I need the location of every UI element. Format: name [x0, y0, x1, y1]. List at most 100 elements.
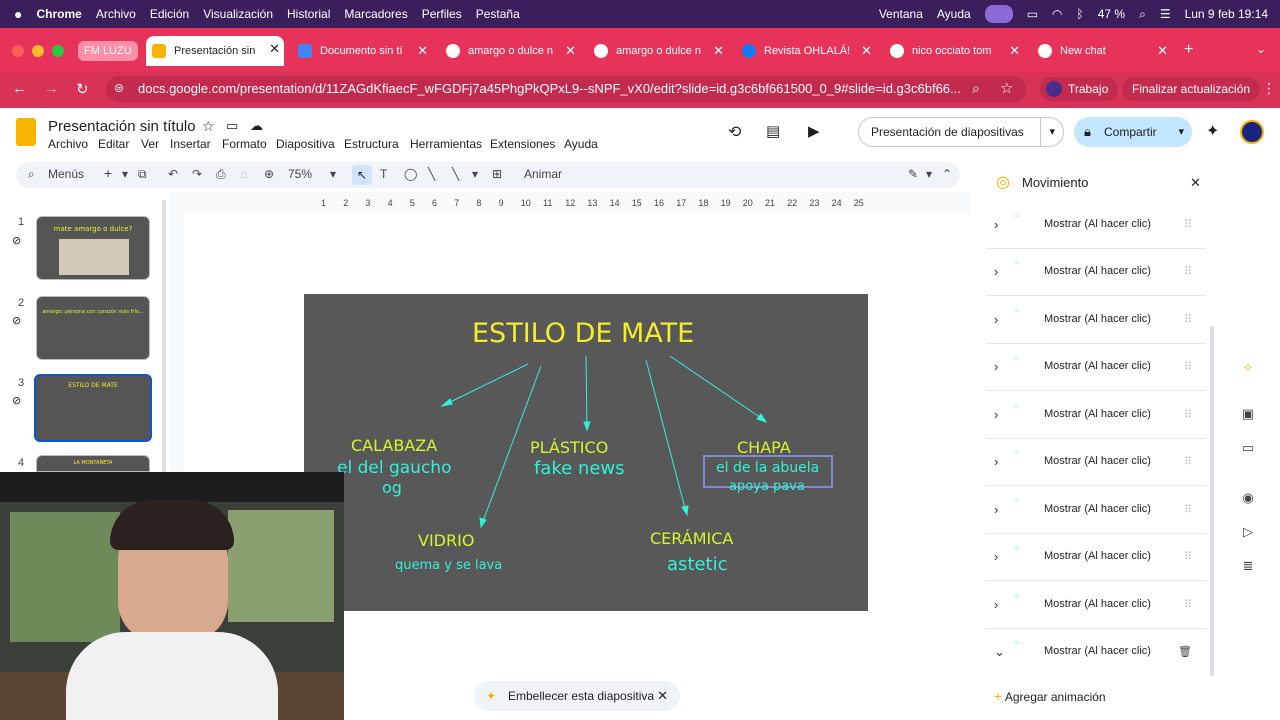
chevron-down-icon[interactable]: ▾	[926, 167, 932, 181]
comments-icon[interactable]: ▤	[766, 122, 780, 140]
star-icon[interactable]: ☆	[202, 118, 215, 135]
pen-icon[interactable]: ✎	[908, 167, 918, 181]
tab-search-icon[interactable]: ⌄	[1256, 42, 1266, 56]
zoom-icon[interactable]: ⊕	[264, 167, 274, 181]
menubar-item[interactable]: Historial	[287, 7, 330, 21]
new-tab-icon[interactable]: +	[1184, 41, 1193, 59]
tab-search-1[interactable]: amargo o dulce n ✕	[446, 38, 580, 64]
drag-handle-icon[interactable]: ⠿	[1184, 408, 1192, 421]
menubar-item[interactable]: Ayuda	[937, 7, 971, 21]
slides-logo-icon[interactable]	[16, 118, 36, 146]
thumbnail-slide-2[interactable]: amargo: persona con corazón más frío...	[36, 296, 150, 360]
zoom-icon[interactable]: ⌕	[972, 80, 980, 97]
zoom-window-icon[interactable]	[52, 45, 64, 57]
chevron-down-icon[interactable]: ▾	[1178, 117, 1184, 147]
chevron-down-icon[interactable]: ▾	[1040, 118, 1055, 146]
menubar-item[interactable]: Archivo	[96, 7, 136, 21]
drag-handle-icon[interactable]: ⠿	[1184, 265, 1192, 278]
close-icon[interactable]: ✕	[1009, 43, 1020, 59]
screen-record-icon[interactable]	[984, 5, 1013, 23]
share-button[interactable]: 🔒︎ Compartir ▾	[1074, 117, 1192, 147]
calabaza-heading[interactable]: CALABAZA	[351, 436, 437, 455]
drag-handle-icon[interactable]: ⠿	[1184, 218, 1192, 231]
control-center-icon[interactable]: ☰	[1160, 7, 1171, 21]
select-cursor-icon[interactable]: ↖	[352, 165, 372, 185]
keep-icon[interactable]: ▣	[1240, 406, 1256, 421]
menu-archivo[interactable]: Archivo	[48, 137, 88, 151]
bluetooth-icon[interactable]: ᛒ	[1077, 7, 1084, 21]
chevron-right-icon[interactable]: ›	[994, 359, 998, 374]
chevron-right-icon[interactable]: ›	[994, 312, 998, 327]
embellish-chip[interactable]: ✦ Embellecer esta diapositiva ✕	[474, 681, 680, 711]
update-button[interactable]: Finalizar actualización	[1122, 77, 1261, 101]
video-icon[interactable]: ▷	[1240, 524, 1256, 539]
animation-row-expanded[interactable]: ⌄ ▭ Mostrar (Al hacer clic) 🗑︎	[986, 630, 1206, 676]
vidrio-text[interactable]: quema y se lava	[395, 558, 502, 573]
back-icon[interactable]: ←	[12, 80, 27, 97]
animation-row[interactable]: › ▭ Mostrar (Al hacer clic) ⠿	[986, 393, 1206, 439]
user-avatar[interactable]	[1240, 120, 1264, 144]
comment-add-icon[interactable]: ⊞	[492, 167, 502, 181]
menubar-app[interactable]: Chrome	[36, 7, 81, 21]
chevron-down-icon[interactable]: ▾	[122, 167, 128, 181]
menu-ayuda[interactable]: Ayuda	[564, 137, 598, 151]
close-icon[interactable]: ✕	[417, 43, 428, 59]
layout-icon[interactable]: ⧉	[138, 167, 147, 182]
clock[interactable]: Lun 9 feb 19:14	[1185, 7, 1268, 21]
zoom-level[interactable]: 75%	[288, 167, 312, 181]
wifi-icon[interactable]: ◠	[1052, 7, 1062, 21]
record-icon[interactable]: ◉	[1240, 490, 1256, 505]
chevron-down-icon[interactable]: ▾	[330, 167, 336, 181]
search-menus-label[interactable]: Menús	[48, 167, 84, 181]
tab-presentation[interactable]: Presentación sin ✕	[146, 36, 284, 66]
menu-insertar[interactable]: Insertar	[170, 137, 211, 151]
undo-icon[interactable]: ↶	[168, 167, 178, 181]
ceramica-heading[interactable]: CERÁMICA	[650, 529, 733, 548]
display-icon[interactable]: ▭	[1027, 7, 1038, 21]
animate-button[interactable]: Animar	[524, 167, 562, 181]
close-icon[interactable]: ✕	[1190, 175, 1201, 191]
chapa-text-2[interactable]: apoya pava	[729, 479, 805, 494]
chevron-right-icon[interactable]: ›	[994, 597, 998, 612]
menubar-item[interactable]: Perfiles	[422, 7, 462, 21]
tab-chat[interactable]: New chat ✕	[1038, 38, 1172, 64]
thumbnail-slide-4[interactable]: LA MONTAÑETA	[36, 455, 150, 472]
redo-icon[interactable]: ↷	[192, 167, 202, 181]
search-icon[interactable]: ⌕	[1139, 7, 1146, 22]
animation-row[interactable]: › ▭ Mostrar (Al hacer clic) ⠿	[986, 488, 1206, 534]
chevron-right-icon[interactable]: ›	[994, 264, 998, 279]
plastico-text[interactable]: fake news	[534, 458, 625, 479]
calabaza-text-2[interactable]: og	[382, 478, 402, 497]
collapse-toolbar-icon[interactable]: ⌃	[942, 167, 952, 181]
forward-icon[interactable]: →	[44, 80, 59, 97]
minimize-window-icon[interactable]	[32, 45, 44, 57]
profile-button[interactable]: Trabajo	[1040, 77, 1119, 101]
menubar-item[interactable]: Ventana	[879, 7, 923, 21]
shape-icon[interactable]: ╲	[428, 167, 435, 181]
menubar-item[interactable]: Marcadores	[344, 7, 407, 21]
menu-estructura[interactable]: Estructura	[344, 137, 399, 151]
paint-format-icon[interactable]: ⌂	[240, 167, 247, 181]
site-info-icon[interactable]: ⊜	[114, 81, 124, 95]
animation-row[interactable]: › ▭ Mostrar (Al hacer clic) ⠿	[986, 298, 1206, 344]
chevron-right-icon[interactable]: ›	[994, 454, 998, 469]
animation-row[interactable]: › ▭ Mostrar (Al hacer clic) ⠿	[986, 203, 1206, 249]
delete-icon[interactable]: 🗑︎	[1178, 645, 1192, 658]
chevron-down-icon[interactable]: ▾	[472, 167, 478, 181]
slide-title[interactable]: ESTILO DE MATE	[472, 318, 694, 349]
more-icon[interactable]: ⋮	[1262, 80, 1276, 97]
menu-extensiones[interactable]: Extensiones	[490, 137, 555, 151]
animation-row[interactable]: › ▭ Mostrar (Al hacer clic) ⠿	[986, 583, 1206, 629]
chevron-down-icon[interactable]: ⌄	[994, 644, 1005, 660]
cloud-status-icon[interactable]: ☁	[250, 118, 263, 134]
menu-editar[interactable]: Editar	[98, 137, 129, 151]
slide-canvas[interactable]: ESTILO DE MATE CALABAZA el del gaucho og…	[304, 294, 868, 611]
reload-icon[interactable]: ↻	[76, 80, 89, 98]
close-icon[interactable]: ✕	[565, 43, 576, 59]
bookmark-star-icon[interactable]: ☆	[1000, 79, 1013, 97]
filmstrip-scrollbar[interactable]	[162, 200, 166, 472]
menu-ver[interactable]: Ver	[141, 137, 159, 151]
plastico-heading[interactable]: PLÁSTICO	[530, 438, 608, 457]
chevron-right-icon[interactable]: ›	[994, 407, 998, 422]
animation-row[interactable]: › ▭ Mostrar (Al hacer clic) ⠿	[986, 345, 1206, 391]
